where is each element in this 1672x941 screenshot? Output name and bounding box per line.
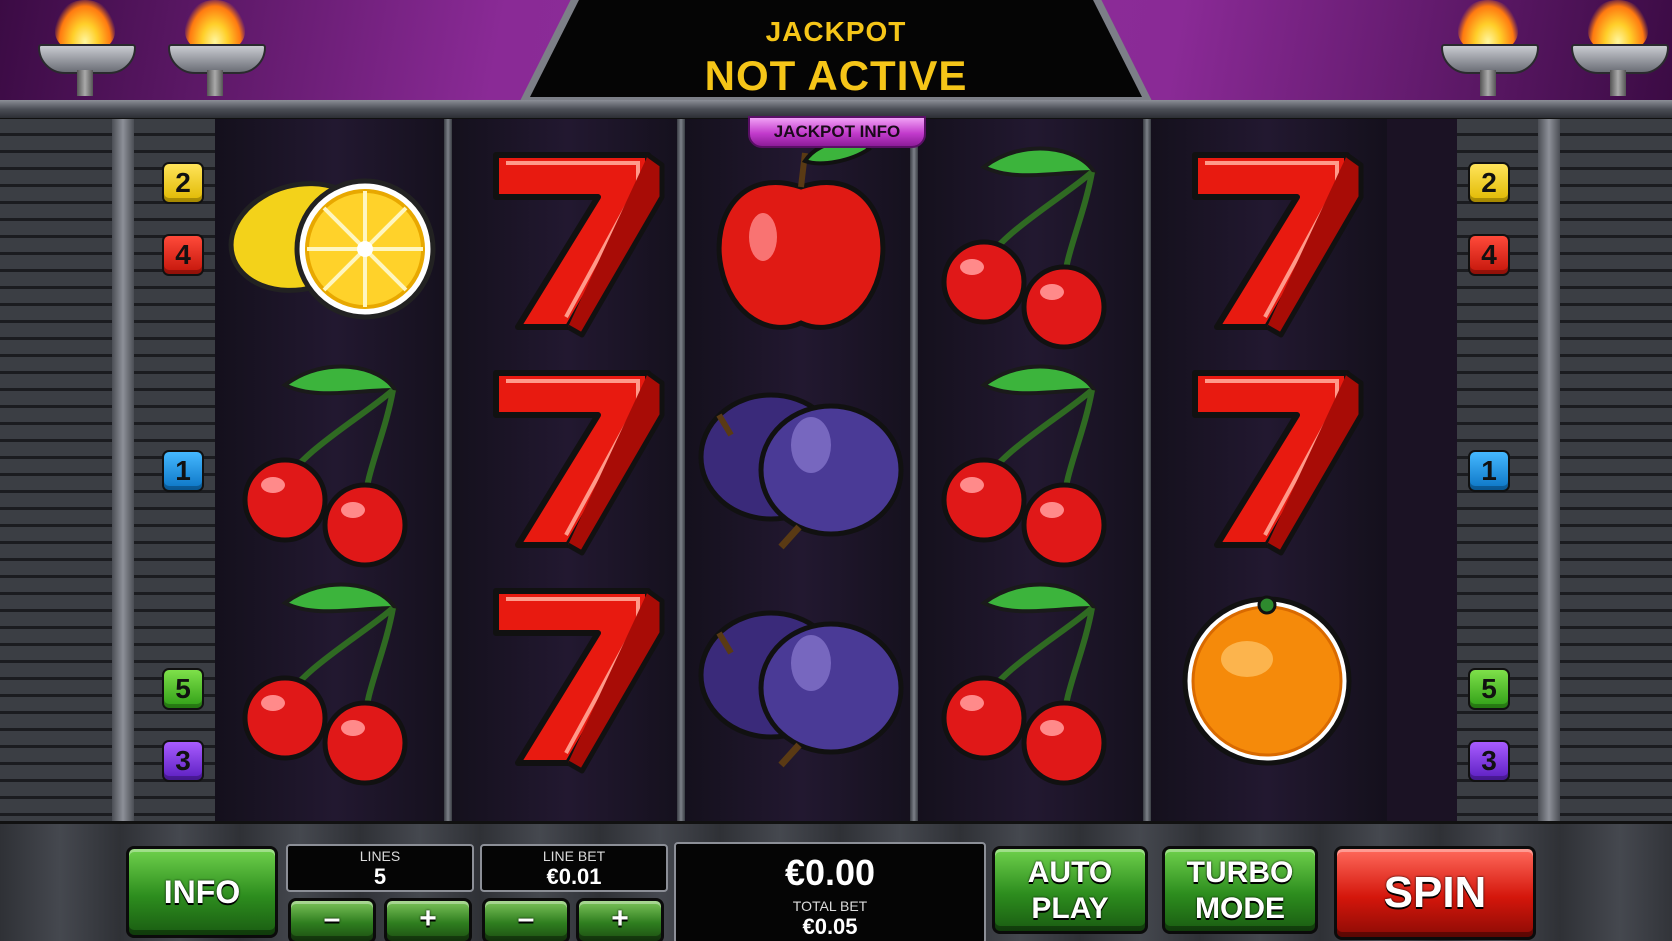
payline-badge-2[interactable]: 2	[1468, 162, 1510, 204]
turbo-mode-button[interactable]: TURBO MODE	[1162, 846, 1318, 934]
cherries-icon	[215, 563, 455, 789]
reel-2	[448, 119, 688, 821]
apple-icon	[681, 127, 921, 353]
slot-game: JACKPOT NOT ACTIVE 2 4 1 5 3 2 4 1 5 3 J…	[0, 0, 1672, 941]
reel-divider	[677, 119, 685, 821]
lines-plus-button[interactable]: +	[384, 898, 472, 941]
reel-divider	[444, 119, 452, 821]
line-bet-display: LINE BET €0.01	[480, 844, 668, 892]
orange-icon	[1147, 563, 1387, 789]
balance-value: €0.00	[784, 852, 876, 893]
payline-badge-1[interactable]: 1	[162, 450, 204, 492]
payline-badge-5[interactable]: 5	[1468, 668, 1510, 710]
lines-label: LINES	[359, 848, 401, 864]
reel-3	[681, 119, 921, 821]
reel-4	[914, 119, 1154, 821]
right-pillar	[1538, 119, 1560, 821]
payline-badge-4[interactable]: 4	[1468, 234, 1510, 276]
line-bet-value: €0.01	[546, 864, 602, 889]
payline-badge-4[interactable]: 4	[162, 234, 204, 276]
torch-icon	[160, 0, 270, 100]
lemon-icon	[215, 127, 455, 353]
line-bet-label: LINE BET	[542, 848, 606, 864]
payline-badge-2[interactable]: 2	[162, 162, 204, 204]
balance-display: €0.00 TOTAL BET €0.05	[674, 842, 986, 941]
cherries-icon	[914, 563, 1154, 789]
cherries-icon	[914, 127, 1154, 353]
payline-badge-3[interactable]: 3	[1468, 740, 1510, 782]
torch-icon	[1433, 0, 1543, 100]
payline-badge-3[interactable]: 3	[162, 740, 204, 782]
seven-icon	[448, 345, 688, 571]
reel-divider	[910, 119, 918, 821]
auto-play-button[interactable]: AUTO PLAY	[992, 846, 1148, 934]
jackpot-status: NOT ACTIVE	[704, 52, 968, 99]
reel-1	[215, 119, 455, 821]
seven-icon	[448, 127, 688, 353]
line-bet-minus-button[interactable]: –	[482, 898, 570, 941]
left-pillar	[112, 119, 134, 821]
torch-icon	[30, 0, 140, 100]
seven-icon	[1147, 345, 1387, 571]
cherries-icon	[914, 345, 1154, 571]
lines-display: LINES 5	[286, 844, 474, 892]
payline-badge-1[interactable]: 1	[1468, 450, 1510, 492]
torch-icon	[1563, 0, 1672, 100]
reel-divider	[1143, 119, 1151, 821]
jackpot-info-button[interactable]: JACKPOT INFO	[748, 116, 926, 148]
cherries-icon	[215, 345, 455, 571]
reel-area	[215, 119, 1457, 821]
lines-value: 5	[373, 864, 387, 889]
lines-minus-button[interactable]: –	[288, 898, 376, 941]
reel-5	[1147, 119, 1387, 821]
total-bet-label: TOTAL BET	[792, 898, 868, 914]
turbo-mode-label: TURBO MODE	[1186, 856, 1294, 925]
jackpot-banner: JACKPOT NOT ACTIVE	[520, 0, 1152, 101]
jackpot-title: JACKPOT	[765, 16, 907, 47]
control-bar: INFO LINES 5 – + LINE BET €0.01 – + €0.0…	[0, 821, 1672, 941]
seven-icon	[448, 563, 688, 789]
seven-icon	[1147, 127, 1387, 353]
plums-icon	[681, 345, 921, 571]
line-bet-plus-button[interactable]: +	[576, 898, 664, 941]
auto-play-label: AUTO PLAY	[1027, 856, 1113, 925]
spin-button[interactable]: SPIN	[1334, 846, 1536, 940]
plums-icon	[681, 563, 921, 789]
info-button[interactable]: INFO	[126, 846, 278, 938]
total-bet-value: €0.05	[802, 914, 858, 939]
payline-badge-5[interactable]: 5	[162, 668, 204, 710]
